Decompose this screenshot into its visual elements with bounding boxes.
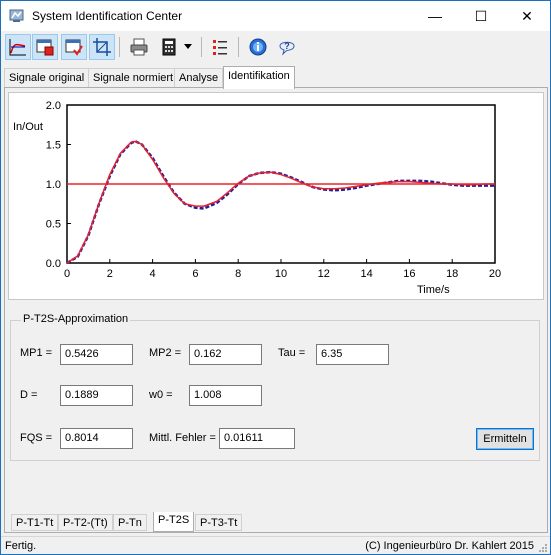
tab-p-tn[interactable]: P-Tn (113, 514, 147, 531)
tab-p-t1-tt[interactable]: P-T1-Tt (11, 514, 59, 531)
tab-identifikation[interactable]: Identifikation (223, 66, 295, 89)
window-red-icon (36, 39, 54, 56)
status-bar: Fertig. (C) Ingenieurbüro Dr. Kahlert 20… (1, 536, 550, 554)
mp1-label: MP1 = (20, 347, 53, 359)
x-tick-label: 12 (318, 268, 330, 280)
x-tick-label: 14 (360, 268, 372, 280)
tab-p-t2s[interactable]: P-T2S (153, 512, 195, 532)
x-axis-label: Time/s (417, 284, 450, 296)
y-tick-label: 2.0 (46, 100, 61, 112)
svg-text:?: ? (284, 41, 290, 51)
window-title: System Identification Center (32, 9, 183, 23)
x-tick-label: 0 (64, 268, 70, 280)
list-button[interactable] (207, 34, 233, 60)
tab-signale-original[interactable]: Signale original (4, 68, 90, 88)
tau-field[interactable]: 6.35 (316, 344, 389, 365)
print-button[interactable] (126, 34, 152, 60)
x-tick-label: 16 (403, 268, 415, 280)
step-response-button[interactable] (5, 34, 31, 60)
w0-label: w0 = (149, 389, 173, 401)
fqs-label: FQS = (20, 432, 53, 444)
window-check-button[interactable] (61, 34, 87, 60)
status-text: Fertig. (5, 540, 37, 552)
response-plot: 0 2 4 6 8 10 12 14 16 18 20 0.0 0.5 1.0 1.5 2.0 In/Out Ti… (8, 92, 544, 300)
approximation-group: P-T2S-Approximation MP1 = 0.5426 MP2 = 0… (10, 313, 540, 461)
mp2-field[interactable]: 0.162 (189, 344, 262, 365)
x-tick-label: 8 (235, 268, 241, 280)
x-tick-label: 2 (107, 268, 113, 280)
d-field[interactable]: 0.1889 (60, 385, 133, 406)
dropdown-arrow-icon (184, 44, 192, 49)
minimize-button[interactable]: — (412, 1, 458, 31)
y-tick-label: 0.0 (46, 258, 61, 270)
y-tick-label: 0.5 (46, 219, 61, 231)
mp2-label: MP2 = (149, 347, 182, 359)
x-tick-label: 20 (489, 268, 501, 280)
fehler-field[interactable]: 0.01611 (219, 428, 295, 449)
calculator-dropdown[interactable] (181, 34, 195, 60)
d-label: D = (20, 389, 38, 401)
list-icon (213, 40, 227, 55)
main-tabs: Signale original Signale normiert Analys… (1, 66, 550, 89)
response-chart: 0 2 4 6 8 10 12 14 16 18 20 0.0 0.5 1.0 1.5 2.0In/Out Ti… (13, 100, 501, 296)
w0-field[interactable]: 1.008 (189, 385, 262, 406)
mp1-field[interactable]: 0.5426 (60, 344, 133, 365)
tau-label: Tau = (278, 347, 306, 359)
info-icon (249, 38, 267, 56)
tab-analyse[interactable]: Analyse (174, 68, 224, 88)
tab-p-t2-tt[interactable]: P-T2-(Tt) (58, 514, 113, 531)
toolbar-separator (119, 37, 120, 57)
x-tick-label: 18 (446, 268, 458, 280)
x-tick-label: 6 (192, 268, 198, 280)
printer-icon (130, 38, 148, 56)
resize-grip-icon[interactable] (538, 543, 548, 553)
y-axis-label: In/Out (13, 121, 43, 133)
y-tick-label: 1.0 (46, 179, 61, 191)
app-window: System Identification Center — ☐ ✕ ? Sig… (0, 0, 551, 555)
x-tick-label: 10 (275, 268, 287, 280)
crop-button[interactable] (89, 34, 115, 60)
tab-signale-normiert[interactable]: Signale normiert (88, 68, 179, 88)
group-title: P-T2S-Approximation (21, 313, 131, 325)
help-icon: ? (279, 41, 295, 56)
calculator-icon (162, 38, 176, 56)
window-check-icon (65, 39, 83, 56)
toolbar: ? (1, 32, 550, 64)
identifikation-panel: 0 2 4 6 8 10 12 14 16 18 20 0.0 0.5 1.0 1.5 2.0 In/Out Ti… (4, 87, 548, 533)
step-response-icon (9, 39, 26, 56)
window-red-button[interactable] (32, 34, 58, 60)
tab-p-t3-tt[interactable]: P-T3-Tt (195, 514, 243, 531)
help-button[interactable]: ? (274, 34, 300, 60)
info-button[interactable] (245, 34, 271, 60)
x-tick-label: 4 (150, 268, 156, 280)
maximize-button[interactable]: ☐ (458, 1, 504, 31)
toolbar-separator (201, 37, 202, 57)
copyright-text: (C) Ingenieurbüro Dr. Kahlert 2015 (365, 540, 534, 552)
model-tabs: P-T1-Tt P-T2-(Tt) P-Tn P-T2S P-T3-Tt (11, 512, 271, 532)
close-button[interactable]: ✕ (504, 1, 550, 31)
calculator-button[interactable] (156, 34, 182, 60)
toolbar-separator (238, 37, 239, 57)
app-icon (9, 9, 24, 22)
crop-icon (93, 38, 111, 56)
fqs-field[interactable]: 0.8014 (60, 428, 133, 449)
ermitteln-button[interactable]: Ermitteln (476, 428, 534, 450)
fehler-label: Mittl. Fehler = (149, 432, 216, 444)
y-tick-label: 1.5 (46, 140, 61, 152)
title-bar[interactable]: System Identification Center — ☐ ✕ (1, 1, 550, 31)
